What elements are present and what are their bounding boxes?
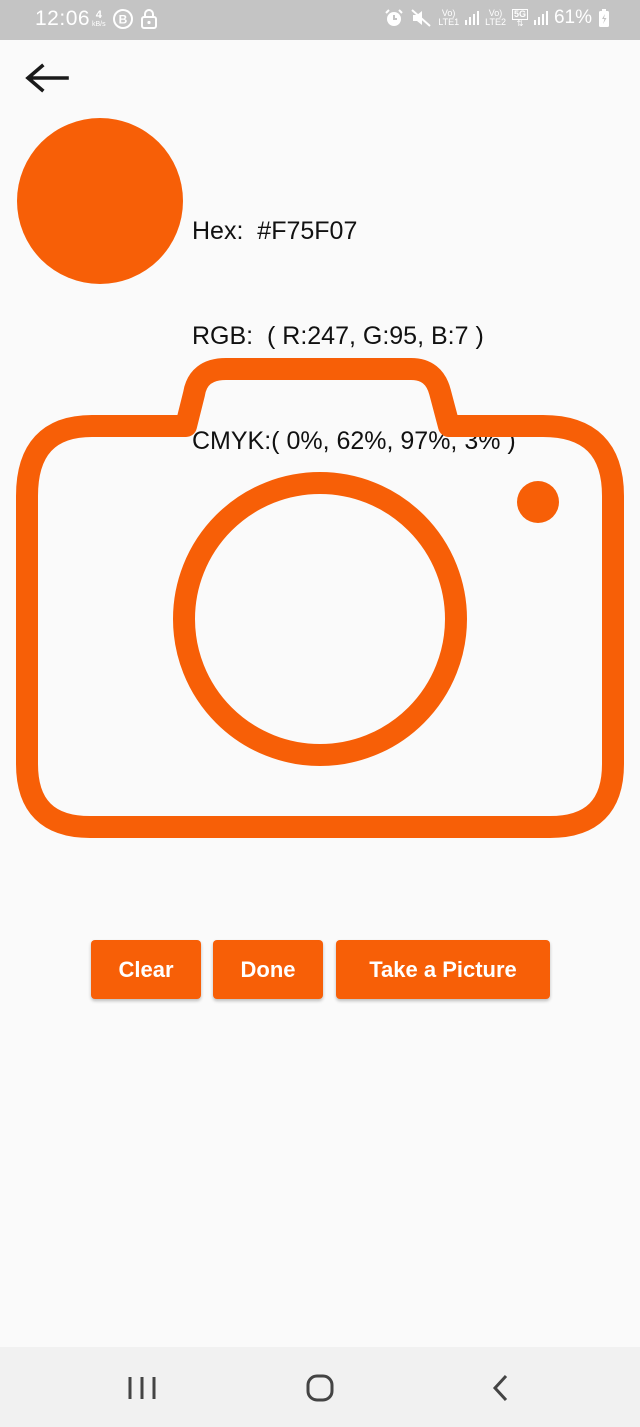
- battery-percent: 61%: [553, 7, 592, 28]
- net-speed-value: 4: [95, 9, 102, 21]
- take-picture-button[interactable]: Take a Picture: [336, 940, 550, 999]
- signal-icon: [465, 11, 480, 25]
- sim2-indicator: Vo) LTE2: [485, 9, 506, 27]
- status-right-icons: Vo) LTE1 Vo) LTE2 5G ⇅ 61%: [384, 7, 610, 29]
- color-swatch: [17, 118, 183, 284]
- sim1-indicator: Vo) LTE1: [438, 9, 459, 27]
- status-time: 12:06: [35, 7, 91, 30]
- b-circle-icon: B: [112, 9, 133, 29]
- nav-back-button[interactable]: [460, 1347, 540, 1427]
- sim1-label-bottom: LTE1: [438, 17, 460, 27]
- network-type-label: 5G: [511, 8, 528, 20]
- signal-icon-2: [533, 11, 548, 25]
- app-screen: 12:06 4 kB/s B Vo) LTE1 Vo) LTE2 5G ⇅ 61…: [0, 0, 640, 1427]
- recents-icon: [128, 1377, 156, 1399]
- back-chevron-icon: [492, 1374, 508, 1402]
- home-button[interactable]: [280, 1347, 360, 1427]
- svg-text:B: B: [118, 13, 127, 27]
- camera-icon[interactable]: [16, 356, 624, 840]
- status-left-icons: 4 kB/s B: [92, 8, 158, 30]
- battery-icon: [599, 9, 609, 27]
- net-speed-unit: kB/s: [92, 21, 106, 28]
- rgb-value: RGB: ( R:247, G:95, B:7 ): [192, 322, 484, 350]
- clear-button[interactable]: Clear: [91, 940, 201, 999]
- network-type-indicator: 5G ⇅: [511, 8, 528, 28]
- hex-value: Hex: #F75F07: [192, 217, 358, 245]
- lock-icon: [140, 9, 157, 29]
- arrow-left-icon: [25, 63, 69, 93]
- navigation-bar: [0, 1347, 640, 1427]
- alarm-icon: [385, 9, 403, 26]
- status-bar: 12:06 4 kB/s B Vo) LTE1 Vo) LTE2 5G ⇅ 61…: [0, 0, 640, 40]
- recents-button[interactable]: [102, 1347, 182, 1427]
- sim2-label-bottom: LTE2: [485, 17, 506, 27]
- net-speed-indicator: 4 kB/s: [92, 9, 106, 29]
- done-button[interactable]: Done: [213, 940, 323, 999]
- back-button[interactable]: [22, 58, 72, 98]
- home-icon: [306, 1374, 334, 1402]
- mute-icon: [411, 9, 431, 27]
